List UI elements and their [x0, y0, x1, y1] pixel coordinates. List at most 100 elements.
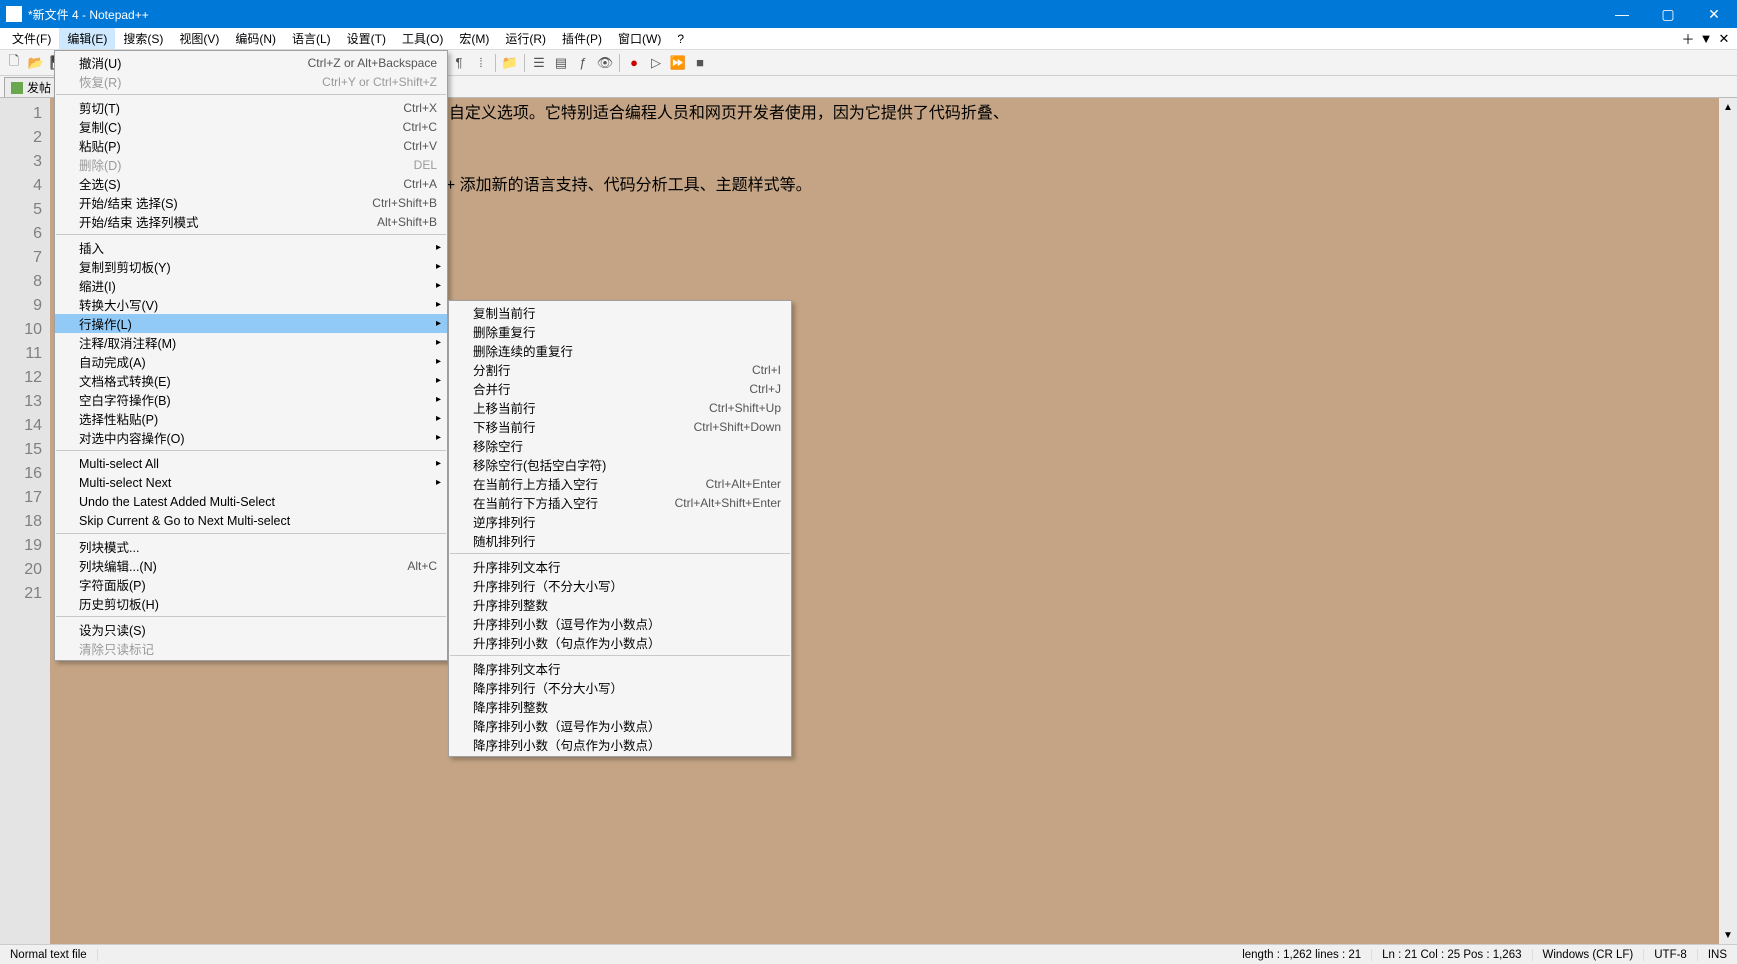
menu-item-label: 上移当前行 — [473, 398, 709, 417]
edit-menu-item[interactable]: Multi-select All▸ — [55, 454, 447, 473]
menu-item-label: 分割行 — [473, 360, 752, 379]
status-ins[interactable]: INS — [1698, 949, 1737, 961]
menu-工具(O)[interactable]: 工具(O) — [394, 28, 451, 49]
doc-list-icon[interactable]: ☰ — [529, 53, 549, 73]
edit-menu-item[interactable]: 文档格式转换(E)▸ — [55, 371, 447, 390]
line-menu-item[interactable]: 移除空行 — [449, 436, 791, 455]
line-menu-item[interactable]: 升序排列文本行 — [449, 557, 791, 576]
maximize-button[interactable]: ▢ — [1645, 0, 1691, 28]
line-menu-item[interactable]: 分割行Ctrl+I — [449, 360, 791, 379]
edit-menu-item[interactable]: 插入▸ — [55, 238, 447, 257]
edit-menu-item[interactable]: 自动完成(A)▸ — [55, 352, 447, 371]
edit-menu-item[interactable]: 粘贴(P)Ctrl+V — [55, 136, 447, 155]
edit-menu-item[interactable]: Multi-select Next▸ — [55, 473, 447, 492]
line-menu-item[interactable]: 降序排列整数 — [449, 697, 791, 716]
menu-语言(L)[interactable]: 语言(L) — [284, 28, 339, 49]
line-menu-item[interactable]: 降序排列行（不分大小写） — [449, 678, 791, 697]
vertical-scrollbar[interactable]: ▲ ▼ — [1719, 98, 1737, 944]
edit-menu-item[interactable]: 列块编辑...(N)Alt+C — [55, 556, 447, 575]
menu-item-label: 逆序排列行 — [473, 512, 781, 531]
edit-menu[interactable]: 撤消(U)Ctrl+Z or Alt+Backspace恢复(R)Ctrl+Y … — [54, 50, 448, 661]
edit-menu-item[interactable]: 剪切(T)Ctrl+X — [55, 98, 447, 117]
edit-menu-item[interactable]: 转换大小写(V)▸ — [55, 295, 447, 314]
menu-编码(N)[interactable]: 编码(N) — [227, 28, 284, 49]
line-number: 6 — [0, 222, 42, 246]
record-icon[interactable]: ● — [624, 53, 644, 73]
doc-map-icon[interactable]: ▤ — [551, 53, 571, 73]
close-window-button[interactable]: ✕ — [1691, 0, 1737, 28]
menubar-right-button[interactable]: ＋ — [1679, 29, 1697, 48]
edit-menu-item[interactable]: 列块模式... — [55, 537, 447, 556]
func-list-icon[interactable]: ƒ — [573, 53, 593, 73]
menu-文件(F)[interactable]: 文件(F) — [4, 28, 59, 49]
indent-guide-icon[interactable]: ⦙ — [471, 53, 491, 73]
menu-搜索(S)[interactable]: 搜索(S) — [115, 28, 171, 49]
scroll-down-arrow[interactable]: ▼ — [1719, 926, 1737, 944]
menu-item-label: 升序排列行（不分大小写） — [473, 576, 781, 595]
show-all-icon[interactable]: ¶ — [449, 53, 469, 73]
line-menu-item[interactable]: 在当前行上方插入空行Ctrl+Alt+Enter — [449, 474, 791, 493]
menubar-right-button[interactable]: ▼ — [1697, 31, 1715, 46]
line-menu-item[interactable]: 逆序排列行 — [449, 512, 791, 531]
line-menu-item[interactable]: 升序排列小数（句点作为小数点） — [449, 633, 791, 652]
line-menu-item[interactable]: 随机排列行 — [449, 531, 791, 550]
line-menu-item[interactable]: 降序排列文本行 — [449, 659, 791, 678]
edit-menu-item[interactable]: Skip Current & Go to Next Multi-select — [55, 511, 447, 530]
submenu-arrow-icon: ▸ — [436, 356, 441, 367]
line-menu-item[interactable]: 删除连续的重复行 — [449, 341, 791, 360]
menu-编辑(E)[interactable]: 编辑(E) — [59, 28, 115, 49]
line-menu-item[interactable]: 降序排列小数（逗号作为小数点） — [449, 716, 791, 735]
menu-宏(M)[interactable]: 宏(M) — [451, 28, 497, 49]
line-menu-item[interactable]: 合并行Ctrl+J — [449, 379, 791, 398]
edit-menu-item[interactable]: 缩进(I)▸ — [55, 276, 447, 295]
edit-menu-item[interactable]: 行操作(L)▸ — [55, 314, 447, 333]
edit-menu-item[interactable]: 选择性粘贴(P)▸ — [55, 409, 447, 428]
scroll-up-arrow[interactable]: ▲ — [1719, 98, 1737, 116]
menu-插件(P)[interactable]: 插件(P) — [554, 28, 610, 49]
line-menu-item[interactable]: 复制当前行 — [449, 303, 791, 322]
line-menu-item[interactable]: 上移当前行Ctrl+Shift+Up — [449, 398, 791, 417]
line-operations-submenu[interactable]: 复制当前行删除重复行删除连续的重复行分割行Ctrl+I合并行Ctrl+J上移当前… — [448, 300, 792, 757]
edit-menu-item[interactable]: 复制到剪切板(Y)▸ — [55, 257, 447, 276]
edit-menu-item[interactable]: 全选(S)Ctrl+A — [55, 174, 447, 193]
status-eol[interactable]: Windows (CR LF) — [1533, 949, 1645, 961]
edit-menu-item[interactable]: 撤消(U)Ctrl+Z or Alt+Backspace — [55, 53, 447, 72]
play-multi-icon[interactable]: ⏩ — [668, 53, 688, 73]
edit-menu-item[interactable]: 空白字符操作(B)▸ — [55, 390, 447, 409]
edit-menu-item[interactable]: 历史剪切板(H) — [55, 594, 447, 613]
line-menu-item[interactable]: 移除空行(包括空白字符) — [449, 455, 791, 474]
edit-menu-item[interactable]: 字符面版(P) — [55, 575, 447, 594]
line-menu-item[interactable]: 升序排列行（不分大小写） — [449, 576, 791, 595]
edit-menu-item[interactable]: 复制(C)Ctrl+C — [55, 117, 447, 136]
line-menu-item[interactable]: 在当前行下方插入空行Ctrl+Alt+Shift+Enter — [449, 493, 791, 512]
edit-menu-item[interactable]: Undo the Latest Added Multi-Select — [55, 492, 447, 511]
menu-运行(R)[interactable]: 运行(R) — [497, 28, 554, 49]
monitor-icon[interactable]: 👁 — [595, 53, 615, 73]
line-menu-item[interactable]: 降序排列小数（句点作为小数点） — [449, 735, 791, 754]
edit-menu-item: 删除(D)DEL — [55, 155, 447, 174]
line-menu-item[interactable]: 下移当前行Ctrl+Shift+Down — [449, 417, 791, 436]
edit-menu-item[interactable]: 对选中内容操作(O)▸ — [55, 428, 447, 447]
edit-menu-item[interactable]: 开始/结束 选择(S)Ctrl+Shift+B — [55, 193, 447, 212]
menu-视图(V)[interactable]: 视图(V) — [171, 28, 227, 49]
macro-save-icon[interactable]: ■ — [690, 53, 710, 73]
edit-menu-item[interactable]: 开始/结束 选择列模式Alt+Shift+B — [55, 212, 447, 231]
menu-item-label: Multi-select All — [79, 457, 437, 471]
line-menu-item[interactable]: 升序排列小数（逗号作为小数点） — [449, 614, 791, 633]
menubar-right-button[interactable]: ✕ — [1715, 31, 1733, 47]
menu-设置(T)[interactable]: 设置(T) — [339, 28, 394, 49]
new-icon[interactable]: 🗋 — [4, 53, 24, 73]
minimize-button[interactable]: — — [1599, 0, 1645, 28]
scroll-track[interactable] — [1719, 116, 1737, 926]
edit-menu-item[interactable]: 注释/取消注释(M)▸ — [55, 333, 447, 352]
edit-menu-item[interactable]: 设为只读(S) — [55, 620, 447, 639]
folder-icon[interactable]: 📁 — [500, 53, 520, 73]
play-icon[interactable]: ▷ — [646, 53, 666, 73]
line-menu-item[interactable]: 升序排列整数 — [449, 595, 791, 614]
line-menu-item[interactable]: 删除重复行 — [449, 322, 791, 341]
menu-?[interactable]: ? — [669, 30, 692, 48]
open-icon[interactable]: 📂 — [26, 53, 46, 73]
menu-窗口(W)[interactable]: 窗口(W) — [610, 28, 669, 49]
status-encoding[interactable]: UTF-8 — [1644, 949, 1698, 961]
menu-item-label: 选择性粘贴(P) — [79, 409, 437, 428]
